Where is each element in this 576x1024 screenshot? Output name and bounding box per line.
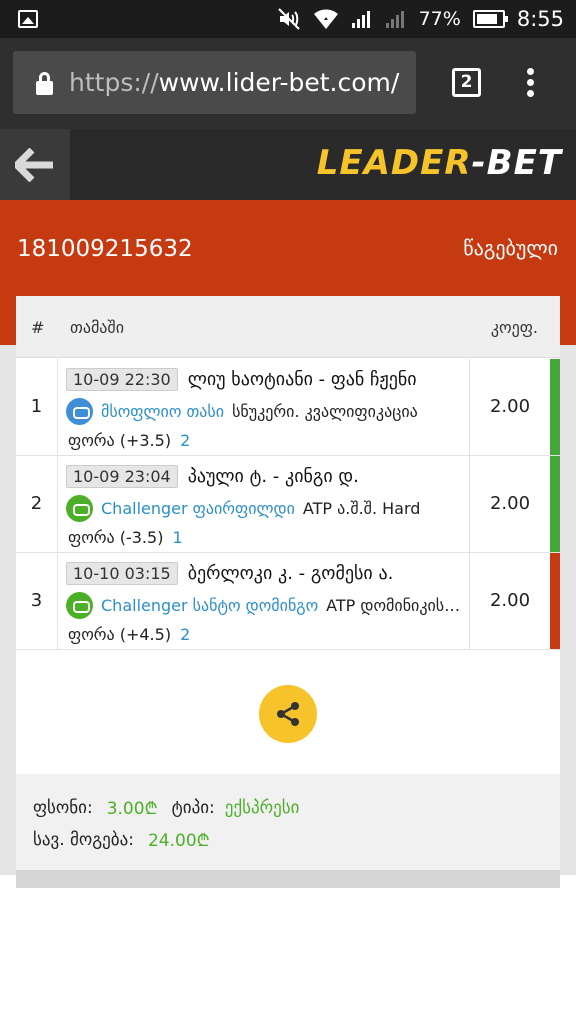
url-host: www.lider-bet.com/ — [158, 68, 400, 97]
status-bar: 77% 8:55 — [0, 0, 576, 38]
potential-win-label: სავ. მოგება: — [33, 829, 134, 850]
browser-toolbar: https://www.lider-bet.com/ 2 — [0, 38, 576, 129]
tennis-icon — [66, 494, 93, 522]
share-button[interactable] — [259, 685, 317, 743]
bet-id: 181009215632 — [17, 236, 193, 262]
event-datetime: 10-09 23:04 — [66, 464, 178, 488]
divider — [16, 870, 560, 888]
row-number: 1 — [16, 359, 58, 455]
league-link[interactable]: მსოფლიო თასი — [101, 402, 224, 421]
app-header: LEADER-BET — [0, 129, 576, 200]
event-datetime: 10-09 22:30 — [66, 367, 178, 391]
potential-win-value: 24.00₾ — [147, 831, 210, 851]
market-name: ფორა (+4.5) — [68, 624, 172, 644]
brand-logo[interactable]: LEADER-BET — [317, 143, 562, 183]
table-header: # თამაში კოეფ. — [16, 296, 560, 358]
clock: 8:55 — [516, 7, 564, 31]
event-datetime: 10-10 03:15 — [66, 561, 178, 585]
stake-label: ფსონი: — [33, 797, 93, 818]
table-row: 2 10-09 23:04 პაული ტ. - კინგი დ. Challe… — [16, 456, 560, 553]
tournament-name: ATP დომინიკის რესპუბლიკა — [326, 595, 464, 615]
logo-bet: -BET — [471, 143, 562, 183]
tennis-icon — [66, 591, 93, 619]
event-info: 10-10 03:15 ბერლოკი კ. - გომესი ა. Chall… — [66, 558, 464, 647]
logo-leader: LEADER — [316, 143, 472, 183]
overflow-menu-icon[interactable] — [527, 68, 535, 98]
column-header-game: თამაში — [70, 318, 124, 337]
odds-value: 2.00 — [469, 359, 550, 455]
lock-icon[interactable] — [33, 69, 63, 97]
result-indicator — [550, 359, 560, 455]
odds-value: 2.00 — [469, 553, 550, 649]
gallery-icon — [18, 10, 38, 28]
market-name: ფორა (+3.5) — [68, 430, 172, 450]
pick-value: 2 — [180, 624, 191, 644]
result-indicator — [550, 553, 560, 649]
back-arrow-icon — [15, 147, 53, 182]
match-name: ბერლოკი კ. - გომესი ა. — [187, 562, 394, 584]
tournament-name: სნუკერი. კვალიფიკაცია — [232, 401, 418, 421]
event-info: 10-09 22:30 ლიუ ხაოტიანი - ფან ჩჟენი მსო… — [66, 364, 464, 453]
url-text[interactable]: https://www.lider-bet.com/ — [69, 68, 399, 97]
bet-summary: ფსონი: 3.00₾ ტიპი: ექსპრესი სავ. მოგება:… — [16, 774, 560, 870]
share-icon — [277, 702, 299, 726]
odds-value: 2.00 — [469, 456, 550, 552]
match-name: ლიუ ხაოტიანი - ფან ჩჟენი — [187, 368, 417, 390]
wifi-icon — [313, 9, 338, 29]
type-value: ექსპრესი — [224, 797, 300, 818]
row-number: 3 — [16, 553, 58, 649]
signal-icon — [351, 11, 370, 28]
tournament-name: ATP ა.შ.შ. Hard — [302, 498, 421, 518]
tab-switcher-button[interactable]: 2 — [452, 68, 481, 97]
battery-percent: 77% — [418, 8, 461, 30]
pick-value: 1 — [172, 527, 183, 547]
url-scheme: https:// — [69, 68, 159, 97]
league-link[interactable]: Challenger ფაირფილდი — [101, 499, 295, 518]
row-number: 2 — [16, 456, 58, 552]
back-button[interactable] — [0, 129, 70, 200]
status-icons: 77% 8:55 — [277, 0, 564, 38]
pick-value: 2 — [180, 430, 191, 450]
result-indicator — [550, 456, 560, 552]
battery-icon — [472, 10, 508, 28]
snooker-icon — [66, 397, 93, 425]
column-header-number: # — [31, 318, 45, 337]
bet-status: წაგებული — [463, 236, 558, 260]
bet-details-card: # თამაში კოეფ. 1 10-09 22:30 ლიუ ხაოტიან… — [16, 296, 560, 1024]
address-bar[interactable]: https://www.lider-bet.com/ — [13, 51, 416, 114]
signal-weak-icon — [385, 11, 404, 28]
match-name: პაული ტ. - კინგი დ. — [187, 465, 359, 487]
stake-value: 3.00₾ — [106, 799, 158, 819]
mute-icon — [277, 8, 300, 30]
type-label: ტიპი: — [171, 797, 215, 818]
table-row: 3 10-10 03:15 ბერლოკი კ. - გომესი ა. Cha… — [16, 553, 560, 650]
event-info: 10-09 23:04 პაული ტ. - კინგი დ. Challeng… — [66, 461, 464, 550]
column-header-odds: კოეფ. — [490, 318, 538, 337]
table-row: 1 10-09 22:30 ლიუ ხაოტიანი - ფან ჩჟენი მ… — [16, 359, 560, 456]
market-name: ფორა (-3.5) — [68, 527, 164, 547]
league-link[interactable]: Challenger სანტო დომინგო — [101, 596, 318, 615]
